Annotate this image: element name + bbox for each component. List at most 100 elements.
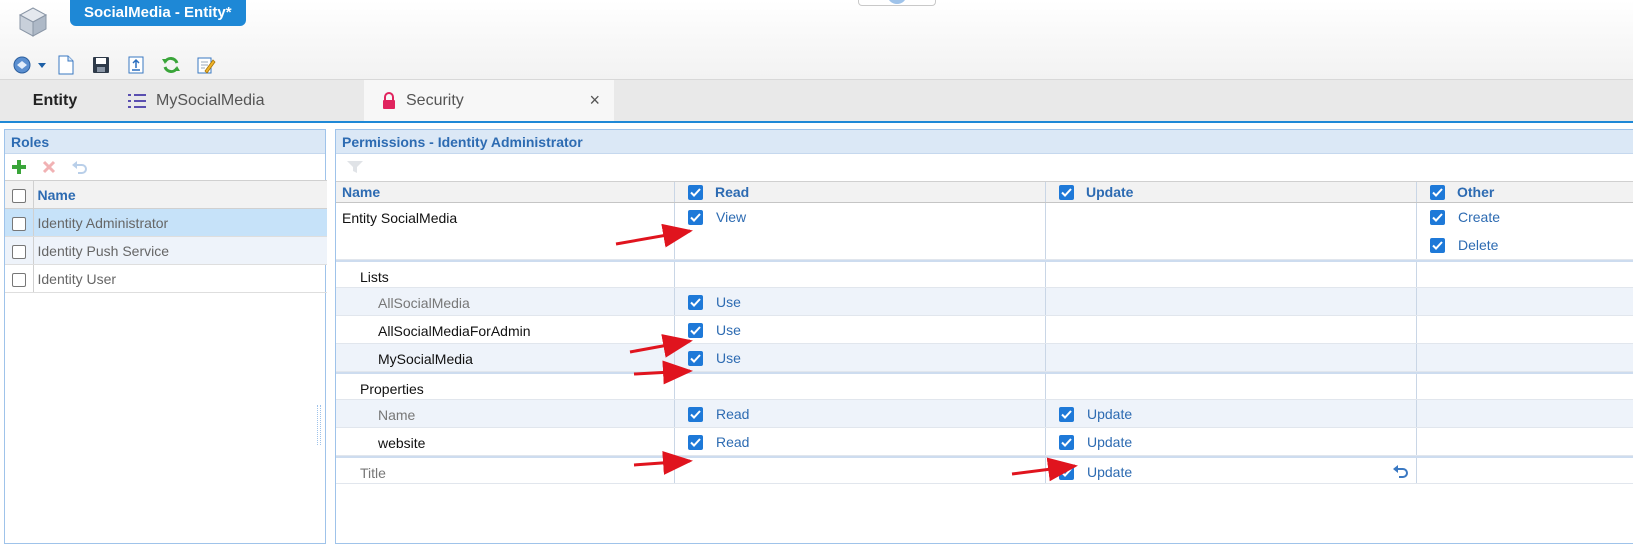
permissions-grid: Name Read Update Other Entity SocialMedi… [336, 181, 1633, 484]
property-name: website [378, 435, 426, 451]
delete-icon [42, 160, 56, 174]
update-checkbox[interactable] [1059, 434, 1074, 450]
new-document-button[interactable] [55, 54, 77, 76]
other-column-label: Other [1457, 184, 1495, 200]
view-checkbox[interactable] [688, 209, 703, 225]
add-role-button[interactable] [10, 158, 28, 176]
lists-section-label: Lists [360, 269, 389, 285]
use-checkbox[interactable] [688, 322, 703, 338]
use-checkbox[interactable] [688, 294, 703, 310]
update-column-label: Update [1086, 184, 1134, 200]
property-permission-row: website Read Update [336, 428, 1633, 456]
update-label: Update [1087, 464, 1133, 480]
add-icon [12, 160, 26, 174]
tab-security[interactable]: Security × [364, 80, 614, 121]
delete-permission[interactable]: Delete [1430, 237, 1498, 253]
read-label: Read [716, 434, 750, 450]
property-permission-row: Title Update [336, 456, 1633, 484]
list-name: MySocialMedia [378, 351, 473, 367]
read-permission[interactable]: Read [688, 434, 749, 450]
read-checkbox[interactable] [688, 434, 703, 450]
use-label: Use [716, 294, 741, 310]
permissions-toolbar [336, 154, 1633, 180]
properties-section-row: Properties [336, 372, 1633, 400]
dropdown-icon [13, 56, 31, 74]
role-checkbox[interactable] [11, 216, 26, 231]
entity-name: Entity SocialMedia [342, 210, 458, 226]
edit-icon [197, 57, 216, 74]
use-permission[interactable]: Use [688, 322, 741, 338]
role-checkbox[interactable] [11, 272, 26, 287]
view-label: View [716, 209, 747, 225]
delete-role-button[interactable] [40, 158, 58, 176]
roles-name-column-header[interactable]: Name [33, 180, 327, 209]
other-column-header: Other [1417, 182, 1633, 202]
update-permission[interactable]: Update [1059, 434, 1132, 450]
update-label: Update [1087, 434, 1133, 450]
update-checkbox[interactable] [1059, 464, 1074, 480]
roles-toolbar [5, 154, 325, 180]
update-checkbox[interactable] [1059, 406, 1074, 422]
refresh-button[interactable] [160, 54, 182, 76]
update-all-checkbox[interactable] [1059, 184, 1074, 200]
roles-title: Roles [5, 130, 325, 154]
role-checkbox[interactable] [11, 244, 26, 259]
role-row[interactable]: Identity User [5, 264, 327, 293]
view-permission[interactable]: View [688, 209, 746, 225]
other-all-checkbox[interactable] [1430, 184, 1445, 200]
editor-tabs: Entity MySocialMedia Security × [0, 80, 1633, 123]
save-icon [93, 57, 109, 73]
use-label: Use [716, 350, 741, 366]
update-label: Update [1087, 406, 1133, 422]
close-icon[interactable]: × [589, 90, 600, 111]
list-name: AllSocialMediaForAdmin [378, 323, 531, 339]
app-menu-dropdown[interactable] [12, 55, 46, 75]
use-checkbox[interactable] [688, 350, 703, 366]
update-column-header: Update [1046, 182, 1417, 202]
select-all-roles-checkbox[interactable] [11, 188, 26, 203]
read-label: Read [716, 406, 750, 422]
delete-label: Delete [1458, 237, 1499, 253]
read-checkbox[interactable] [688, 406, 703, 422]
collapse-handle[interactable] [858, 0, 936, 6]
create-label: Create [1458, 209, 1501, 225]
roles-table: Name Identity Administrator Identity Pus… [5, 180, 327, 293]
list-name: AllSocialMedia [378, 295, 470, 311]
tab-mysocialmedia-label: MySocialMedia [156, 91, 265, 109]
lists-section-row: Lists [336, 260, 1633, 288]
panel-splitter[interactable] [317, 405, 321, 445]
permissions-header-row: Name Read Update Other [336, 181, 1633, 203]
role-row[interactable]: Identity Push Service [5, 236, 327, 265]
undo-role-button[interactable] [70, 158, 88, 176]
undo-icon [72, 161, 87, 174]
filter-icon[interactable] [346, 159, 364, 175]
delete-checkbox[interactable] [1430, 237, 1445, 253]
main-toolbar [12, 52, 230, 78]
app-cube-icon [18, 7, 48, 37]
role-row[interactable]: Identity Administrator [5, 208, 327, 237]
use-permission[interactable]: Use [688, 350, 741, 366]
read-all-checkbox[interactable] [688, 184, 703, 200]
list-icon [128, 93, 146, 109]
save-button[interactable] [90, 54, 112, 76]
roles-panel: Roles Name Identity Administrator Identi… [4, 129, 327, 544]
export-button[interactable] [125, 54, 147, 76]
create-checkbox[interactable] [1430, 209, 1445, 225]
update-permission[interactable]: Update [1059, 464, 1132, 480]
undo-icon[interactable] [1392, 465, 1408, 481]
use-label: Use [716, 322, 741, 338]
tab-entity-label: Entity [32, 91, 78, 109]
export-icon [128, 56, 144, 74]
use-permission[interactable]: Use [688, 294, 741, 310]
read-column-header: Read [675, 182, 1046, 202]
app-header: SocialMedia - Entity* [0, 0, 1633, 80]
update-permission[interactable]: Update [1059, 406, 1132, 422]
tab-mysocialmedia[interactable]: MySocialMedia [110, 80, 350, 121]
create-permission[interactable]: Create [1430, 209, 1500, 225]
role-name: Identity Push Service [33, 236, 327, 265]
tab-security-label: Security [406, 91, 464, 109]
read-permission[interactable]: Read [688, 406, 749, 422]
edit-button[interactable] [195, 54, 217, 76]
tab-entity[interactable]: Entity [0, 80, 110, 121]
perm-name-column-header: Name [336, 182, 675, 202]
